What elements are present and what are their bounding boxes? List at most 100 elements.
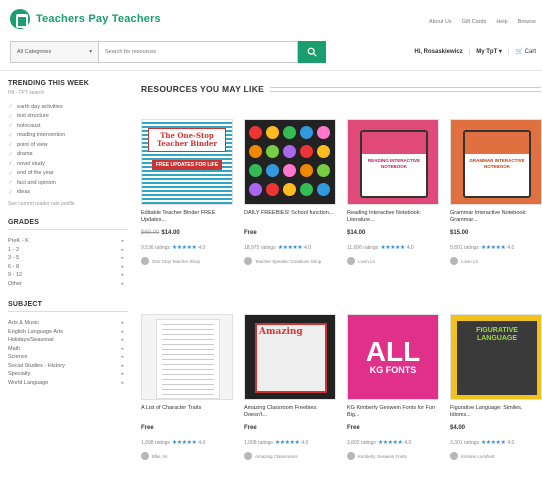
resource-title[interactable]: A List of Character Traits <box>141 405 233 419</box>
rating-count: 18,975 ratings <box>244 244 276 251</box>
resource-card[interactable]: ALL KG FONTS KG Kimberly Geswein Fonts for… <box>347 314 439 460</box>
trending-item[interactable]: ✓ holocaust <box>8 121 128 131</box>
subject-filter-item[interactable]: Math ▸ <box>8 346 128 355</box>
decorative-dot <box>317 126 330 139</box>
chevron-right-icon: ▸ <box>121 263 124 270</box>
resource-thumbnail[interactable]: FIGURATIVE LANGUAGE <box>450 314 542 400</box>
resource-title[interactable]: Reading Interactive Notebook: Literature… <box>347 210 439 224</box>
resource-title[interactable]: DAILY FREEBIES! School function... <box>244 210 336 224</box>
seller-row[interactable]: Kristine Lockhart <box>450 452 542 460</box>
subject-filter-item[interactable]: World Language ▸ <box>8 380 128 389</box>
resource-thumbnail[interactable] <box>141 314 233 400</box>
resource-card[interactable]: FIGURATIVE LANGUAGE Figurative Language: … <box>450 314 542 460</box>
trending-item[interactable]: ✓ point of view <box>8 140 128 150</box>
search-button[interactable] <box>298 41 326 63</box>
decorative-dot <box>266 145 279 158</box>
grade-filter-item[interactable]: Other ▸ <box>8 281 128 290</box>
thumbnail-title: FIGURATIVE LANGUAGE <box>476 327 518 342</box>
grade-filter-item[interactable]: 9 - 12 ▸ <box>8 272 128 281</box>
resource-card[interactable]: The One-Stop Teacher Binder FREE UPDATES … <box>141 119 233 265</box>
rating-count: 1,008 ratings <box>244 439 273 446</box>
logo[interactable]: Teachers Pay Teachers <box>10 9 161 29</box>
rating-score: 4.0 <box>304 244 312 251</box>
subject-filter-item[interactable]: Science ▸ <box>8 354 128 363</box>
user-greeting[interactable]: Hi, Rosaskiewicz <box>414 49 462 55</box>
trending-item-label: ideas <box>17 189 31 196</box>
search-bar: All Categories ▾ <box>10 41 326 63</box>
my-tpt-label: My TpT <box>476 49 498 55</box>
category-select-label: All Categories <box>17 49 52 55</box>
grade-filter-item[interactable]: 3 - 5 ▸ <box>8 255 128 264</box>
seller-row[interactable]: Lovin Lit <box>450 257 542 265</box>
rating-row: 9,891 ratings ★★★★★ 4.0 <box>450 244 542 252</box>
trending-item-label: novel study <box>17 160 45 167</box>
subject-filter-item[interactable]: Social Studies - History ▸ <box>8 363 128 372</box>
trending-item[interactable]: ✓ ideas <box>8 188 128 198</box>
resource-title[interactable]: Figurative Language: Similes, Idioms... <box>450 405 542 419</box>
check-icon: ✓ <box>8 180 14 187</box>
rating-score: 4.0 <box>301 439 309 446</box>
seller-row[interactable]: Lovin Lit <box>347 257 439 265</box>
trending-item[interactable]: ✓ novel study <box>8 159 128 169</box>
resource-thumbnail[interactable]: Amazing <box>244 314 336 400</box>
seller-row[interactable]: Ellie, M. <box>141 452 233 460</box>
trending-item[interactable]: ✓ earth day activities <box>8 102 128 112</box>
subject-filter-item[interactable]: Arts & Music ▸ <box>8 320 128 329</box>
rating-count: 3,802 ratings <box>347 439 376 446</box>
subject-filter-item[interactable]: Specialty ▸ <box>8 371 128 380</box>
grade-filter-item[interactable]: 6 - 8 ▸ <box>8 264 128 273</box>
rating-row: 3,301 ratings ★★★★★ 4.0 <box>450 439 542 447</box>
thumbnail-title: The One-Stop Teacher Binder <box>148 128 226 152</box>
resource-title[interactable]: Grammar Interactive Notebook: Grammar... <box>450 210 542 224</box>
avatar <box>450 257 458 265</box>
seller-name: One Stop Teacher Shop <box>152 258 200 264</box>
resource-thumbnail[interactable]: The One-Stop Teacher Binder FREE UPDATES … <box>141 119 233 205</box>
seller-row[interactable]: Teacher Speaker Creations Shop <box>244 257 336 265</box>
resource-thumbnail[interactable]: ALL KG FONTS <box>347 314 439 400</box>
grade-filter-item-label: 3 - 5 <box>8 255 20 261</box>
resource-title[interactable]: Editable Teacher Binder FREE Updates... <box>141 210 233 224</box>
decorative-dot <box>266 126 279 139</box>
trending-item[interactable]: ✓ end of the year <box>8 169 128 179</box>
category-select[interactable]: All Categories ▾ <box>10 41 98 63</box>
resource-title[interactable]: Amazing Classroom Freebies: Doesn't... <box>244 405 336 419</box>
link-gift-cards[interactable]: Gift Cards <box>462 19 487 25</box>
trending-item-label: text structure <box>17 113 49 120</box>
trending-item[interactable]: ✓ reading intervention <box>8 131 128 141</box>
seller-name: Kristine Lockhart <box>461 453 495 459</box>
trending-item[interactable]: ✓ fact and opinion <box>8 178 128 188</box>
seller-row[interactable]: Amazing Classrooms <box>244 452 336 460</box>
subject-filter-item[interactable]: English Language Arts ▸ <box>8 329 128 338</box>
decorative-dot <box>283 164 296 177</box>
resource-card[interactable]: GRAMMAR INTERACTIVE NOTEBOOK Grammar Inte… <box>450 119 542 265</box>
view-link[interactable]: See current reader rate profile <box>8 201 128 207</box>
decorative-dot <box>283 126 296 139</box>
cart-icon: 🛒 <box>515 49 523 55</box>
resource-card[interactable]: DAILY FREEBIES! School function... Free 18… <box>244 119 336 265</box>
rating-count: 9,536 ratings <box>141 244 170 251</box>
trending-item[interactable]: ✓ text structure <box>8 112 128 122</box>
seller-row[interactable]: Kimberly Geswein Fonts <box>347 452 439 460</box>
resource-card[interactable]: Amazing Amazing Classroom Freebies: Doesn… <box>244 314 336 460</box>
my-tpt-menu[interactable]: My TpT ▾ <box>476 48 502 55</box>
resource-title[interactable]: KG Kimberly Geswein Fonts for Fun Big... <box>347 405 439 419</box>
resource-thumbnail[interactable] <box>244 119 336 205</box>
link-browse[interactable]: Browse <box>518 19 536 25</box>
subject-filter-item-label: Science <box>8 354 28 360</box>
grade-filter-item[interactable]: 1 - 2 ▸ <box>8 247 128 256</box>
trending-item-label: end of the year <box>17 170 54 177</box>
link-help[interactable]: Help <box>496 19 507 25</box>
resource-thumbnail[interactable]: READING INTERACTIVE NOTEBOOK <box>347 119 439 205</box>
trending-item[interactable]: ✓ drama <box>8 150 128 160</box>
resource-card[interactable]: READING INTERACTIVE NOTEBOOK Reading Inte… <box>347 119 439 265</box>
link-about[interactable]: About Us <box>429 19 452 25</box>
text-line <box>162 354 214 355</box>
subject-filter-item[interactable]: Holidays/Seasonal ▸ <box>8 337 128 346</box>
grade-filter-item[interactable]: PreK - K ▸ <box>8 238 128 247</box>
resource-card[interactable]: A List of Character Traits Free 1,098 rati… <box>141 314 233 460</box>
check-icon: ✓ <box>8 161 14 168</box>
seller-row[interactable]: One Stop Teacher Shop <box>141 257 233 265</box>
cart-link[interactable]: 🛒 Cart <box>516 48 537 55</box>
resource-thumbnail[interactable]: GRAMMAR INTERACTIVE NOTEBOOK <box>450 119 542 205</box>
search-input[interactable] <box>98 41 298 63</box>
